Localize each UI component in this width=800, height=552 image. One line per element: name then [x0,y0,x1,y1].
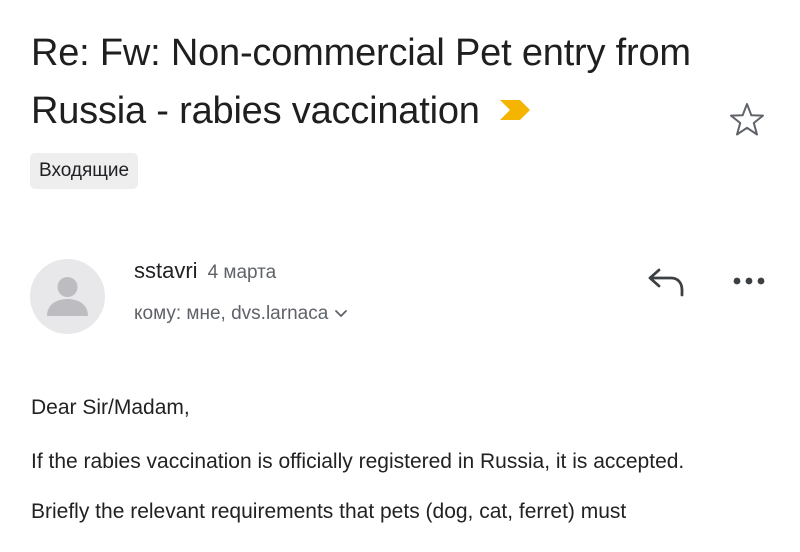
sender-date: 4 марта [207,262,277,283]
body-greeting: Dear Sir/Madam, [31,396,190,419]
reply-icon[interactable] [645,264,687,300]
email-subject: Re: Fw: Non-commercial Pet entry from Ru… [31,24,721,140]
recipients-toggle[interactable]: кому: мне, dvs.larnaca [134,300,348,328]
subject-text: Re: Fw: Non-commercial Pet entry from Ru… [31,32,691,132]
chevron-down-icon[interactable] [334,309,348,319]
sender-name[interactable]: sstavri [134,258,198,283]
sender-line: sstavri 4 марта [134,256,276,288]
label-chip-inbox[interactable]: Входящие [30,153,139,189]
importance-marker-icon[interactable] [498,99,532,121]
body-paragraph-2: Briefly the relevant requirements that p… [31,500,627,523]
more-horizontal-icon[interactable] [731,266,767,296]
recipients-text: кому: мне, dvs.larnaca [134,303,329,324]
person-avatar-icon [47,277,88,316]
email-view: Re: Fw: Non-commercial Pet entry from Ru… [0,0,800,552]
email-body: Dear Sir/Madam, If the rabies vaccinatio… [31,392,751,528]
star-icon[interactable] [727,100,767,140]
body-paragraph-1: If the rabies vaccination is officially … [31,450,685,473]
sender-avatar [30,259,105,334]
